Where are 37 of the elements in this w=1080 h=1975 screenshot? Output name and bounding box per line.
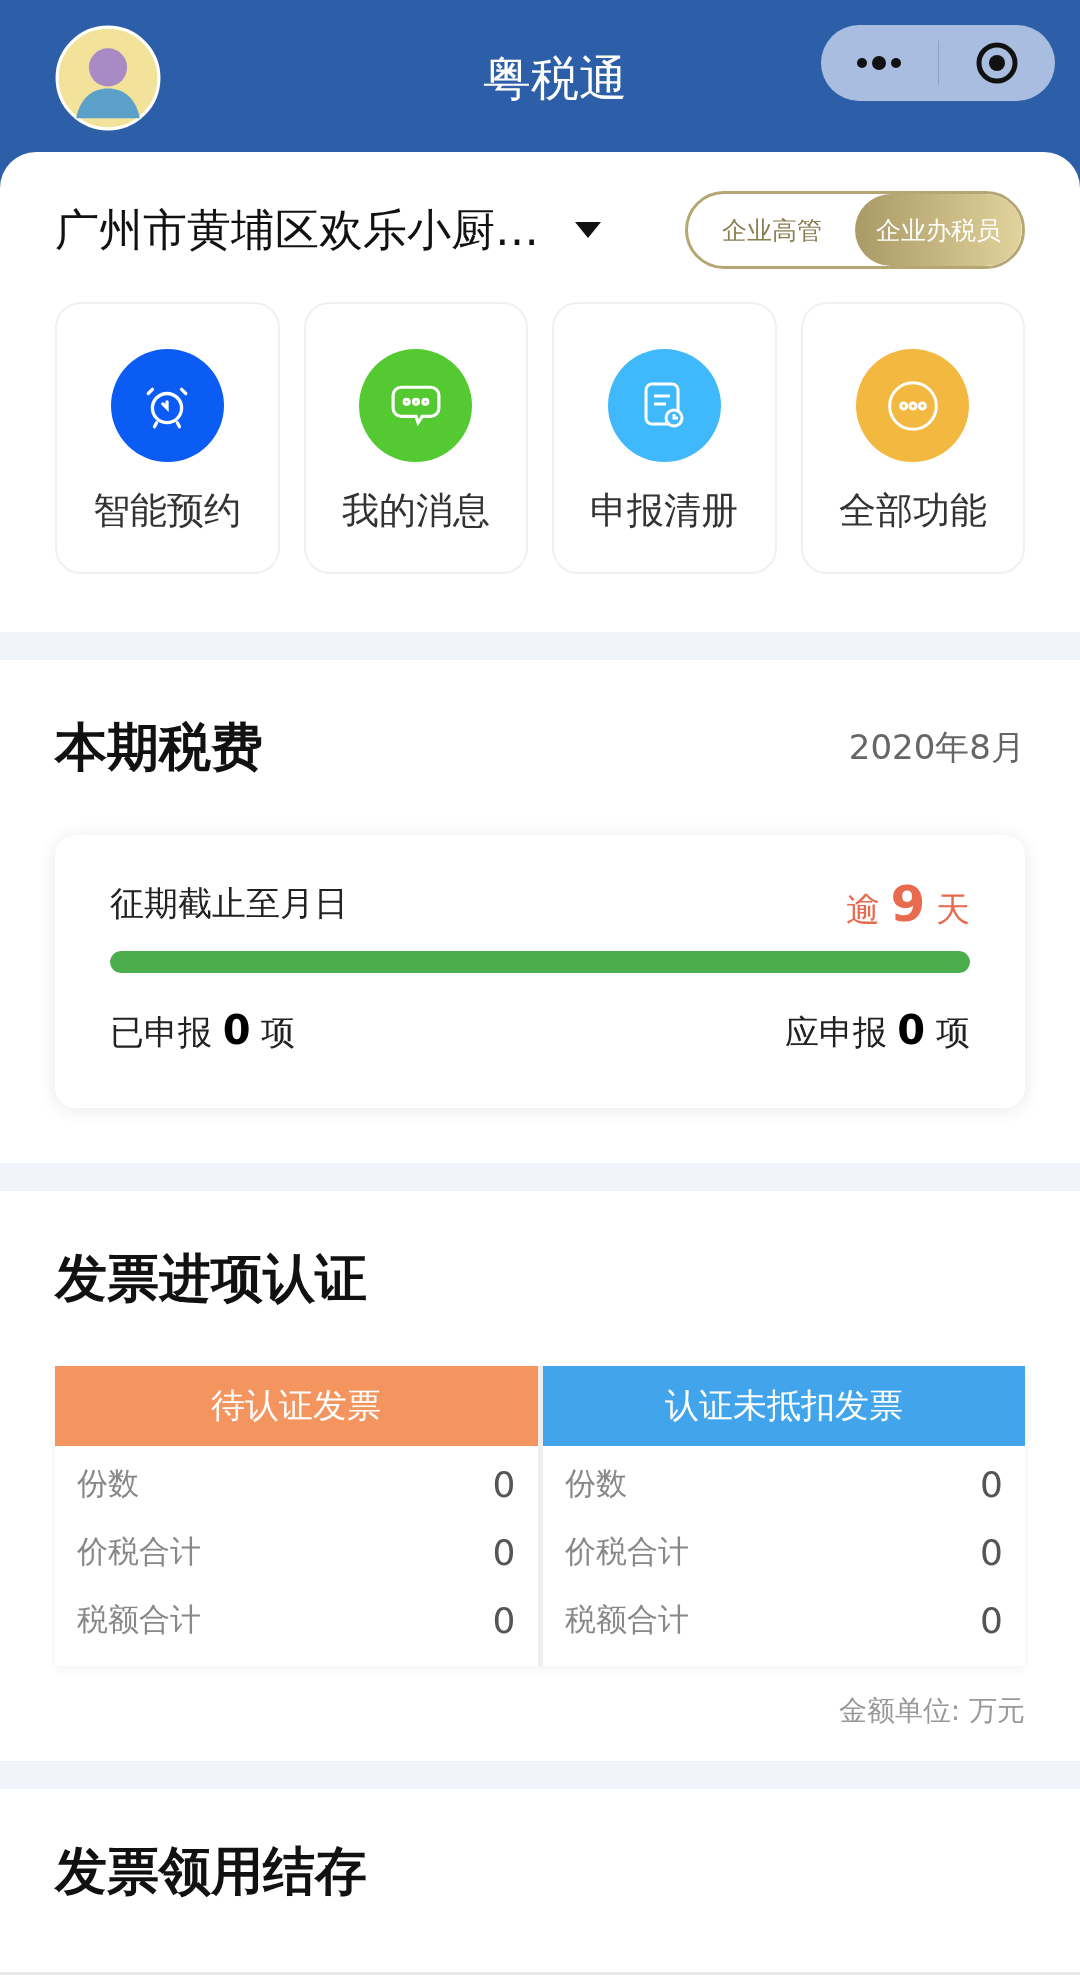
declared-count: 已申报 0 项: [110, 1007, 296, 1055]
row-value: 0: [980, 1599, 1003, 1641]
shortcut-tile[interactable]: 我的消息: [303, 302, 528, 574]
row-label: 份数: [77, 1464, 139, 1503]
row-value: 0: [492, 1531, 516, 1573]
shortcut-tile[interactable]: 智能预约: [55, 302, 280, 574]
table-header: 待认证发票: [55, 1366, 538, 1446]
shortcut-label: 智能预约: [93, 488, 242, 534]
app-title: 粤税通: [483, 49, 627, 108]
company-name[interactable]: 广州市黄埔区欢乐小厨…: [55, 200, 539, 260]
row-label: 税额合计: [77, 1600, 201, 1639]
overdue-text: 逾 9 天: [845, 875, 970, 933]
section-title: 发票进项认证: [55, 1246, 367, 1310]
section-title: 本期税费: [55, 715, 263, 779]
unit-note: 金额单位: 万元: [838, 1694, 1025, 1727]
target-icon[interactable]: [974, 41, 1019, 85]
caret-icon[interactable]: [575, 222, 601, 238]
row-value: 0: [980, 1531, 1003, 1573]
row-label: 价税合计: [564, 1532, 689, 1571]
row-value: 0: [492, 1599, 516, 1641]
section-title: 发票领用结存: [55, 1839, 367, 1903]
row-label: 税额合计: [564, 1600, 689, 1639]
deadline-text: 征期截止至月日: [110, 882, 348, 925]
row-value: 0: [492, 1463, 516, 1505]
role-tab[interactable]: 企业高管: [688, 194, 855, 266]
shortcut-label: 我的消息: [341, 488, 490, 534]
row-label: 价税合计: [77, 1532, 201, 1571]
shortcut-label: 全部功能: [838, 488, 987, 534]
row-label: 份数: [564, 1464, 627, 1503]
table-header: 认证未抵扣发票: [542, 1366, 1025, 1446]
shortcut-tile[interactable]: 全部功能: [800, 302, 1025, 574]
avatar-icon[interactable]: [55, 25, 161, 131]
due-count: 应申报 0 项: [784, 1007, 970, 1055]
shortcut-label: 申报清册: [590, 488, 739, 534]
shortcut-tile[interactable]: 申报清册: [552, 302, 777, 574]
row-value: 0: [980, 1463, 1003, 1505]
period-date: 2020年8月: [848, 725, 1025, 769]
